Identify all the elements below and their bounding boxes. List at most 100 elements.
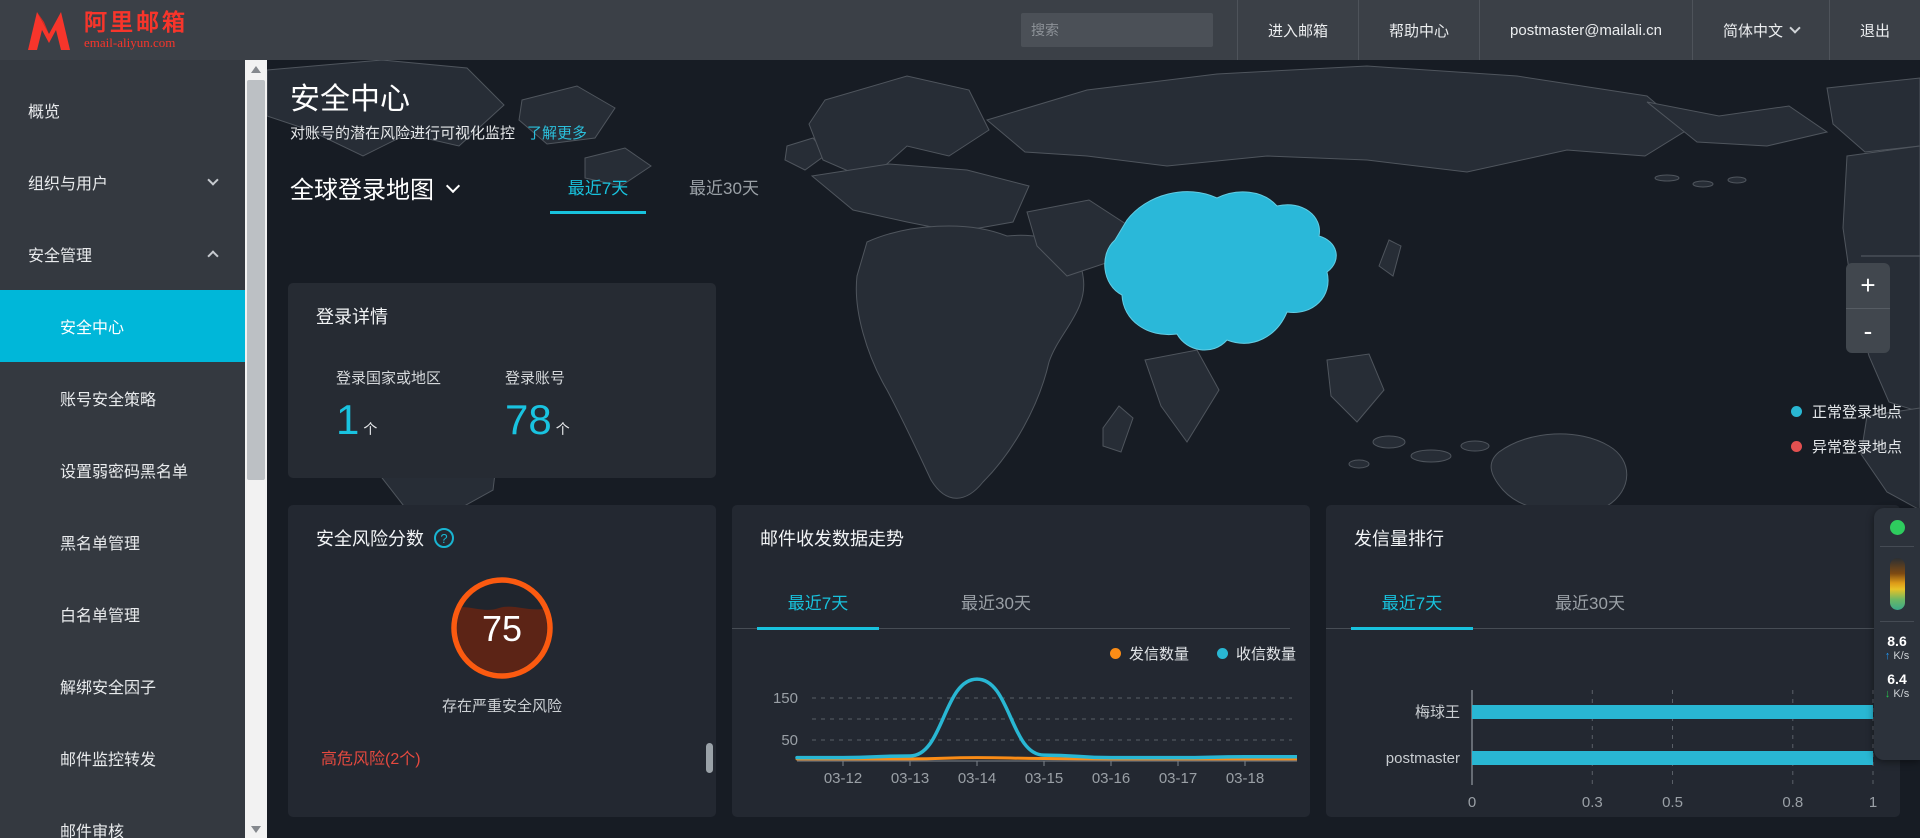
send-rank-tabs: 最近7天 最近30天 [1326, 589, 1880, 630]
sidebar-item-security-center[interactable]: 安全中心 [0, 290, 245, 362]
svg-text:梅球王: 梅球王 [1415, 704, 1460, 721]
gradient-meter-icon [1889, 558, 1905, 610]
login-stat: 登录账号 78 个 [505, 370, 570, 443]
chevron-down-icon [207, 174, 219, 186]
mail-trend-title: 邮件收发数据走势 [760, 529, 904, 549]
map-legend-item: 正常登录地点 [1790, 401, 1902, 422]
top-header: 阿里邮箱 email-aliyun.com 进入邮箱帮助中心postmaster… [0, 0, 1920, 60]
logo-subtitle: email-aliyun.com [84, 35, 176, 50]
svg-text:03-13: 03-13 [891, 770, 929, 787]
net-speed-widget[interactable]: 8.6 ↑ K/s 6.4 ↓ K/s [1874, 508, 1920, 760]
risk-score-gauge: 75 [451, 577, 553, 679]
mail-trend-legend: 发信数量 收信数量 [1109, 643, 1296, 664]
nav-logout[interactable]: 退出 [1828, 0, 1920, 60]
main-content: 安全中心 对账号的潜在风险进行可视化监控 了解更多 全球登录地图 最近7天 最近3… [267, 60, 1920, 838]
sidebar-item-account-security-policy[interactable]: 账号安全策略 [0, 362, 245, 434]
send-rank-title: 发信量排行 [1354, 529, 1444, 549]
series-legend-item[interactable]: 发信数量 [1109, 643, 1189, 664]
login-details-card: 登录详情 登录国家或地区 1 个登录账号 78 个 [288, 283, 716, 478]
trend-tab-30days[interactable]: 最近30天 [935, 589, 1057, 614]
svg-text:03-15: 03-15 [1025, 770, 1063, 787]
mail-trend-tabs: 最近7天 最近30天 [732, 589, 1290, 630]
svg-text:03-12: 03-12 [824, 770, 862, 787]
sidebar-nav: 概览 组织与用户 安全管理 安全中心 账号安全策略 设置弱密码黑名单 黑名单管理 白名单管理解… [0, 60, 245, 838]
rank-tab-7days[interactable]: 最近7天 [1351, 589, 1473, 614]
map-zoom-control: + - [1846, 263, 1890, 353]
sidebar-item-blacklist-mgmt[interactable]: 黑名单管理 [0, 506, 245, 578]
chevron-up-icon [207, 250, 219, 262]
help-icon[interactable]: ? [434, 528, 454, 548]
map-china-region[interactable] [1104, 191, 1337, 351]
svg-text:03-14: 03-14 [958, 770, 996, 787]
sidebar-item-security-mgmt[interactable]: 安全管理 [0, 218, 245, 290]
sidebar-item-mail-audit[interactable]: 邮件审核 [0, 794, 245, 838]
login-stat: 登录国家或地区 1 个 [336, 370, 442, 443]
nav-language[interactable]: 简体中文 [1691, 0, 1829, 60]
sidebar-item-unbind-security-factor[interactable]: 解绑安全因子 [0, 650, 245, 722]
svg-text:1: 1 [1869, 794, 1877, 811]
rank-tab-30days[interactable]: 最近30天 [1529, 589, 1651, 614]
send-rank-bar-chart: 0 0.3 0.5 0.8 1 梅球王 postmaster [1386, 690, 1877, 811]
sidebar-item-whitelist-mgmt[interactable]: 白名单管理 [0, 578, 245, 650]
active-tab-underline [1351, 627, 1473, 630]
risk-list-scrollbar-thumb[interactable] [706, 743, 713, 773]
high-risk-link[interactable]: 高危风险(2个) [321, 745, 421, 769]
arrow-up-icon: ↑ [1884, 649, 1891, 662]
chevron-down-icon [445, 178, 461, 193]
svg-text:50: 50 [781, 732, 798, 749]
nav-help-center[interactable]: 帮助中心 [1358, 0, 1479, 60]
app-root: 阿里邮箱 email-aliyun.com 进入邮箱帮助中心postmaster… [0, 0, 1920, 838]
mail-trend-line-chart: 50 150 03-12 03-13 03-14 03-15 03-16 03-17 03-18 [773, 677, 1299, 787]
map-legend: 正常登录地点 异常登录地点 [1790, 401, 1902, 471]
brand-logo[interactable]: 阿里邮箱 email-aliyun.com [0, 0, 300, 60]
sidebar-item-org-users[interactable]: 组织与用户 [0, 146, 245, 218]
map-tab-30days[interactable]: 最近30天 [676, 174, 772, 214]
send-rank-card: 发信量排行 最近7天 最近30天 0 0.3 0.5 0.8 1 梅球王 postmaste… [1326, 505, 1900, 817]
scrollbar-thumb[interactable] [247, 80, 265, 480]
zoom-out-button[interactable]: - [1846, 308, 1890, 353]
mail-trend-card: 邮件收发数据走势 最近7天 最近30天 发信数量 收信数量 50 150 03-12 0… [732, 505, 1310, 817]
risk-score-value: 75 [482, 608, 522, 649]
sidebar-scrollbar [245, 60, 267, 838]
sidebar-item-overview[interactable]: 概览 [0, 74, 245, 146]
download-speed-value: 6.4 [1887, 670, 1907, 687]
nav-enter-mailbox[interactable]: 进入邮箱 [1236, 0, 1358, 60]
search-input[interactable] [1030, 22, 1212, 38]
svg-text:150: 150 [773, 690, 798, 707]
zoom-in-button[interactable]: + [1846, 263, 1890, 308]
svg-text:03-16: 03-16 [1092, 770, 1130, 787]
scrollbar-down-button[interactable] [245, 820, 267, 838]
map-title-dropdown[interactable]: 全球登录地图 [290, 170, 461, 205]
upload-speed-value: 8.6 [1887, 633, 1907, 649]
svg-text:0.8: 0.8 [1782, 794, 1803, 811]
logo-m-icon [28, 12, 70, 50]
legend-dot-icon [1790, 406, 1802, 417]
svg-text:03-17: 03-17 [1159, 770, 1197, 787]
sidebar-item-weak-password-blacklist[interactable]: 设置弱密码黑名单 [0, 434, 245, 506]
map-range-tabs: 最近7天 最近30天 [550, 174, 772, 214]
svg-text:0: 0 [1468, 794, 1476, 811]
logo-title: 阿里邮箱 [84, 9, 188, 35]
login-stats: 登录国家或地区 1 个登录账号 78 个 [336, 367, 570, 444]
map-tab-7days[interactable]: 最近7天 [550, 174, 646, 214]
legend-dot-icon [1216, 648, 1228, 659]
trend-tab-7days[interactable]: 最近7天 [757, 589, 879, 614]
learn-more-link[interactable]: 了解更多 [527, 125, 587, 142]
svg-text:0.5: 0.5 [1662, 794, 1683, 811]
legend-dot-icon [1790, 441, 1802, 452]
page-title: 安全中心 [290, 83, 410, 116]
page-subtitle: 对账号的潜在风险进行可视化监控 了解更多 [290, 125, 588, 142]
risk-status-text: 存在严重安全风险 [441, 698, 562, 715]
svg-text:postmaster: postmaster [1386, 750, 1460, 767]
active-tab-underline [757, 627, 879, 630]
legend-dot-icon [1109, 648, 1121, 659]
series-legend-item[interactable]: 收信数量 [1216, 643, 1296, 664]
risk-score-card: 安全风险分数 ? 75 存在严重安全风险 高危风险(2个) [288, 505, 716, 817]
login-details-title: 登录详情 [316, 307, 388, 327]
sidebar-item-mail-monitor-forward[interactable]: 邮件监控转发 [0, 722, 245, 794]
status-dot-icon [1889, 520, 1905, 535]
triangle-down-icon [251, 825, 261, 833]
triangle-up-icon [251, 65, 261, 73]
scrollbar-up-button[interactable] [245, 60, 267, 78]
nav-account[interactable]: postmaster@mailali.cn [1479, 0, 1692, 60]
